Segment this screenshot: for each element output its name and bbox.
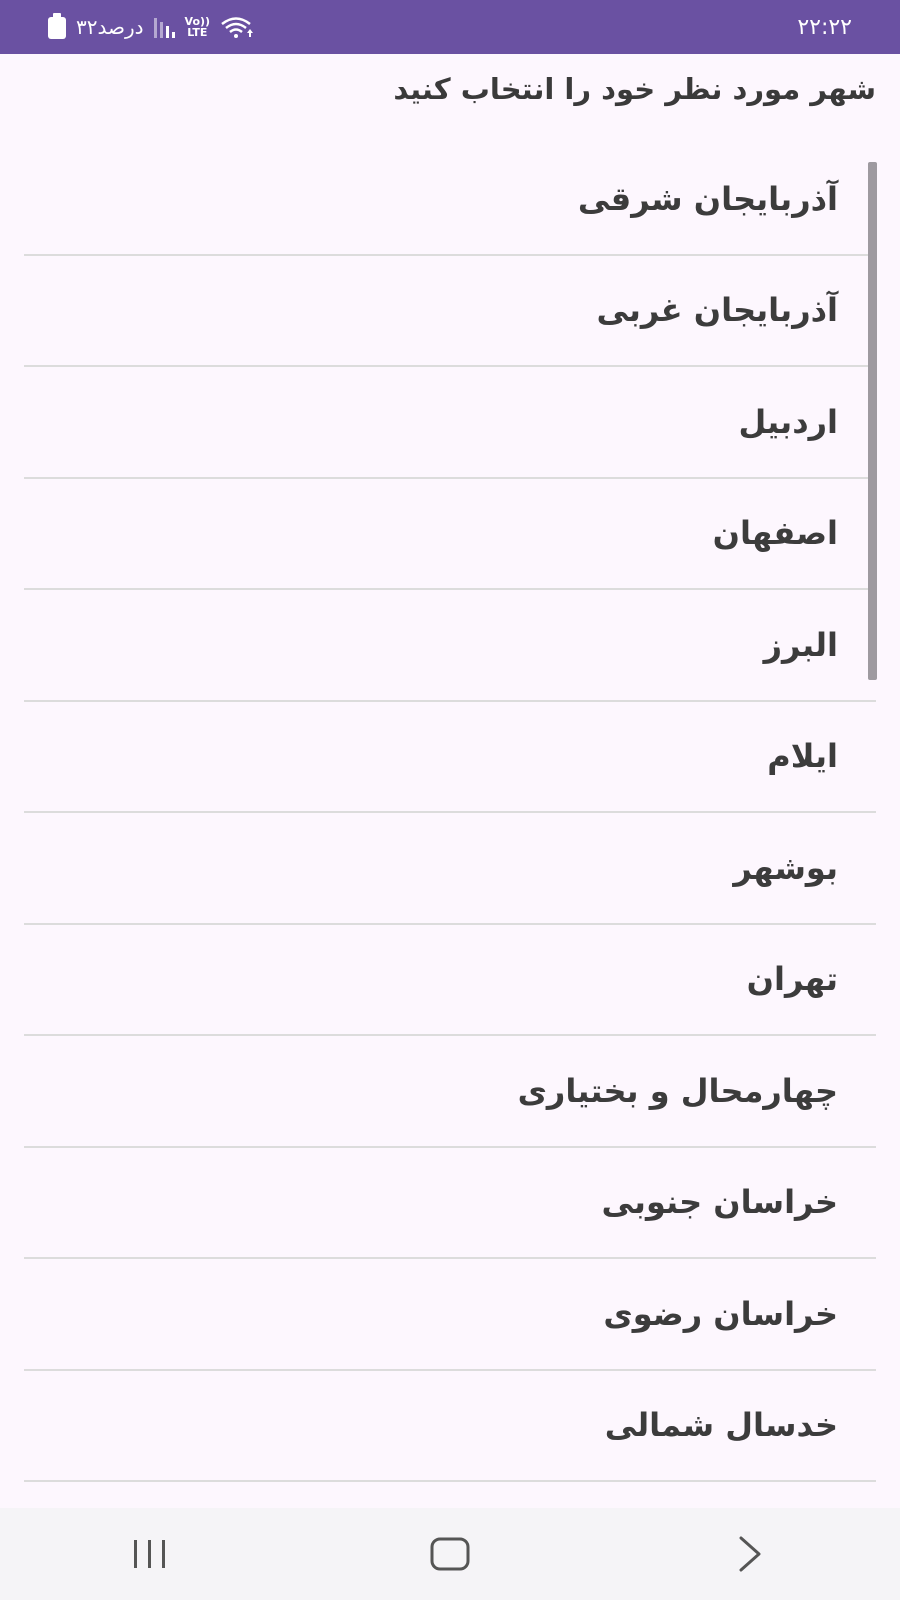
home-button[interactable] (410, 1524, 490, 1584)
back-button[interactable] (710, 1524, 790, 1584)
battery-percentage: ۳۲درصد (76, 15, 144, 39)
list-item[interactable]: اصفهان (24, 479, 876, 590)
network-type: Vo)) LTE (185, 16, 211, 38)
list-item[interactable]: اردبیل (24, 367, 876, 479)
list-item[interactable]: بوشهر (24, 813, 876, 925)
recents-icon (134, 1540, 165, 1568)
status-bar: ۳۲درصد Vo)) LTE ۲۲:۲۲ (0, 0, 900, 54)
list-item-label: اردبیل (738, 402, 838, 441)
list-item-label: البرز (763, 625, 838, 664)
back-icon (739, 1536, 761, 1572)
signal-icon (153, 16, 175, 38)
list-item[interactable]: خراسان رضوی (24, 1259, 876, 1371)
list-item-label: اصفهان (712, 514, 838, 553)
list-item-label: آذربایجان شرقی (577, 179, 838, 218)
province-list[interactable]: آذربایجان شرقی آذربایجان غربی اردبیل اصفهان… (24, 144, 876, 1482)
navigation-bar (0, 1508, 900, 1600)
list-item[interactable]: تهران (24, 925, 876, 1036)
list-item-label: خراسان جنوبی (601, 1183, 838, 1222)
list-item-label: خدسال شمالی (604, 1406, 838, 1445)
battery-icon (48, 13, 66, 39)
list-item[interactable]: آذربایجان شرقی (24, 144, 876, 256)
list-item[interactable]: ایلام (24, 702, 876, 813)
home-icon (430, 1537, 470, 1571)
list-item[interactable]: البرز (24, 590, 876, 702)
list-item-label: خراسان رضوی (603, 1294, 838, 1333)
clock: ۲۲:۲۲ (797, 14, 852, 40)
recents-button[interactable] (110, 1524, 190, 1584)
list-item-label: تهران (746, 960, 838, 999)
list-item[interactable]: خراسان جنوبی (24, 1148, 876, 1259)
list-item-label: آذربایجان غربی (596, 291, 838, 330)
wifi-icon (221, 17, 254, 38)
list-item-label: چهارمحال و بختیاری (517, 1071, 838, 1110)
page-title: شهر مورد نظر خود را انتخاب کنید (393, 72, 876, 106)
status-indicators: ۳۲درصد Vo)) LTE (48, 13, 256, 39)
list-item[interactable]: چهارمحال و بختیاری (24, 1036, 876, 1148)
list-item[interactable]: آذربایجان غربی (24, 256, 876, 367)
scrollbar[interactable] (868, 162, 877, 680)
lte-label: LTE (187, 26, 208, 39)
list-item-label: بوشهر (733, 848, 838, 887)
list-item-label: ایلام (767, 737, 838, 776)
list-item[interactable]: خدسال شمالی (24, 1371, 876, 1482)
